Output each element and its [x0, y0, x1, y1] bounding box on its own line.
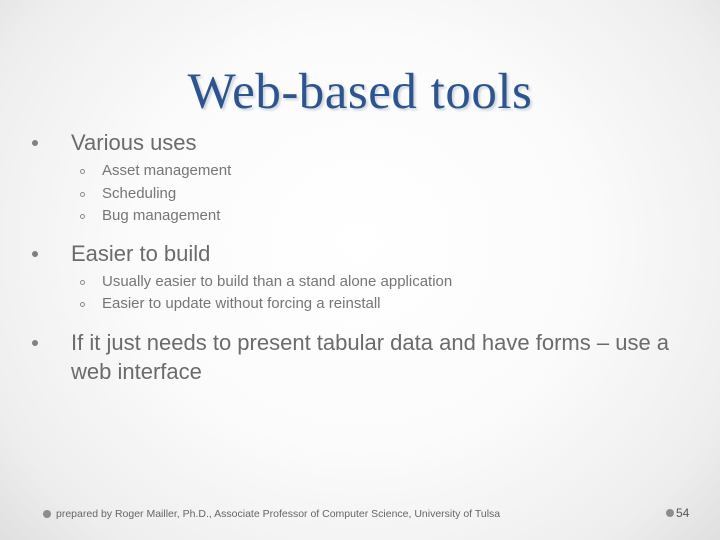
sub-bullet-text: Usually easier to build than a stand alo…	[102, 272, 453, 290]
page-number-text: 54	[676, 506, 690, 520]
hollow-circle-bullet-icon	[80, 214, 85, 219]
sub-bullet-text: Bug management	[102, 207, 221, 224]
bullet-item: Various uses	[27, 128, 697, 157]
slide-content: Various uses Asset management Scheduling…	[27, 128, 697, 397]
slide-footer: prepared by Roger Mailler, Ph.D., Associ…	[43, 508, 500, 520]
sub-bullet-text: Asset management	[102, 162, 232, 179]
bullet-item: Easier to build	[27, 239, 697, 268]
bullet-group: Various uses Asset management Scheduling…	[27, 128, 697, 228]
sub-bullet-item: Bug management	[27, 205, 697, 228]
hollow-circle-bullet-icon	[80, 169, 85, 174]
bullet-group: If it just needs to present tabular data…	[27, 328, 697, 386]
bullet-group: Easier to build Usually easier to build …	[27, 239, 697, 316]
hollow-circle-bullet-icon	[80, 191, 85, 197]
page-number: 54	[666, 506, 689, 520]
bullet-dot-icon	[32, 140, 38, 146]
bullet-dot-icon	[32, 250, 38, 257]
footer-dot-icon	[43, 510, 51, 518]
hollow-circle-bullet-icon	[80, 302, 85, 307]
page-number-dot-icon	[666, 509, 674, 517]
slide: Web-based tools Various uses Asset manag…	[0, 0, 720, 540]
bullet-item: If it just needs to present tabular data…	[27, 328, 681, 386]
slide-title: Web-based tools	[187, 64, 533, 120]
bullet-text: If it just needs to present tabular data…	[71, 329, 670, 384]
bullet-text: Easier to build	[71, 240, 211, 266]
sub-bullet-list: Usually easier to build than a stand alo…	[27, 271, 697, 316]
sub-bullet-list: Asset management Scheduling Bug manageme…	[27, 160, 697, 228]
sub-bullet-item: Scheduling	[27, 183, 697, 206]
sub-bullet-item: Usually easier to build than a stand alo…	[27, 271, 697, 294]
sub-bullet-item: Easier to update without forcing a reins…	[27, 293, 697, 316]
sub-bullet-text: Easier to update without forcing a reins…	[102, 295, 381, 312]
bullet-text: Various uses	[71, 130, 197, 155]
bullet-dot-icon	[32, 339, 38, 346]
sub-bullet-item: Asset management	[27, 160, 697, 183]
footer-text: prepared by Roger Mailler, Ph.D., Associ…	[56, 508, 501, 520]
sub-bullet-text: Scheduling	[102, 184, 177, 202]
hollow-circle-bullet-icon	[80, 279, 85, 285]
